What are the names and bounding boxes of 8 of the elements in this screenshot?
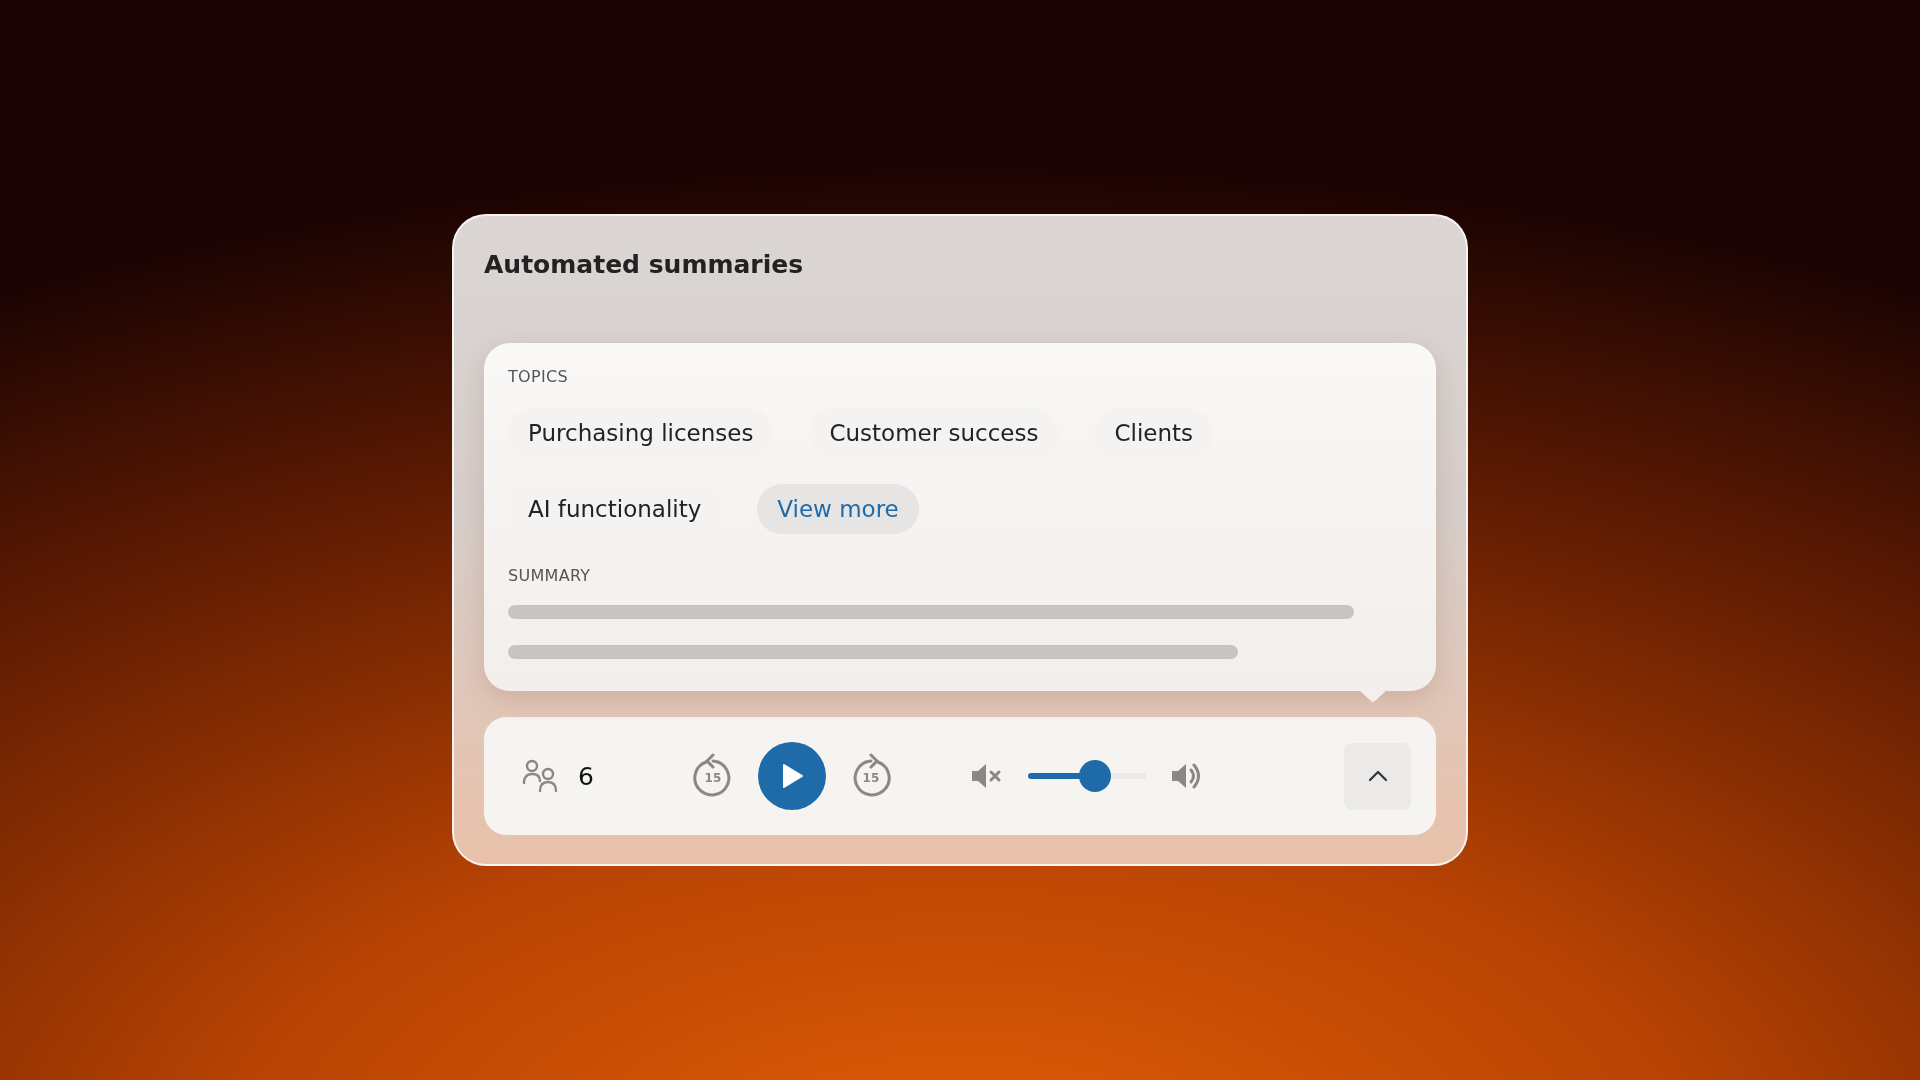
participant-count: 6 <box>578 761 594 791</box>
section-label: TOPICS <box>508 367 569 386</box>
people-icon <box>522 759 560 793</box>
card-title: Automated summaries <box>484 249 805 281</box>
pointer-tail <box>1358 689 1388 703</box>
view-more-button[interactable]: View more <box>757 484 919 534</box>
section-label: SUMMARY <box>508 566 592 585</box>
chevron-up-icon <box>1366 769 1389 783</box>
